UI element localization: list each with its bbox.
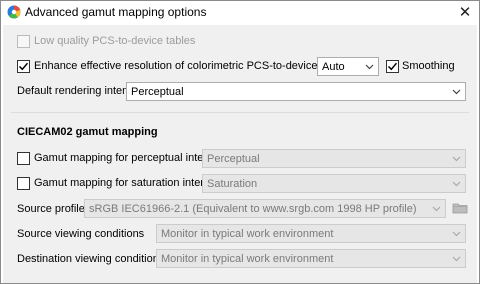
- enhance-resolution-label: Enhance effective resolution of colorime…: [34, 60, 345, 72]
- section-divider: [11, 112, 469, 113]
- saturation-mapping-select[interactable]: Saturation: [202, 174, 466, 193]
- checkmark-icon: [387, 62, 398, 71]
- window-title: Advanced gamut mapping options: [25, 5, 207, 19]
- source-viewing-value: Monitor in typical work environment: [161, 228, 334, 240]
- smoothing-label: Smoothing: [402, 60, 455, 72]
- perceptual-mapping-label: Gamut mapping for perceptual intent: [34, 152, 213, 164]
- default-intent-label: Default rendering intent: [17, 85, 132, 97]
- resolution-mode-value: Auto: [322, 61, 345, 73]
- color-wheel-icon: [7, 5, 21, 19]
- chevron-down-icon: [452, 89, 461, 95]
- chevron-down-icon: [452, 256, 461, 262]
- folder-icon[interactable]: [452, 201, 468, 215]
- source-profile-label: Source profile: [17, 203, 85, 215]
- chevron-down-icon: [452, 156, 461, 162]
- perceptual-mapping-value: Perceptual: [207, 153, 260, 165]
- perceptual-mapping-checkbox[interactable]: [17, 152, 30, 165]
- title-bar[interactable]: Advanced gamut mapping options ✕: [1, 1, 479, 25]
- chevron-down-icon: [432, 206, 441, 212]
- saturation-mapping-label: Gamut mapping for saturation intent: [34, 177, 210, 189]
- checkmark-icon: [18, 62, 29, 71]
- low-quality-checkbox[interactable]: [17, 35, 30, 48]
- chevron-down-icon: [452, 231, 461, 237]
- saturation-mapping-value: Saturation: [207, 178, 258, 190]
- source-viewing-label: Source viewing conditions: [17, 228, 145, 240]
- ciecam-heading: CIECAM02 gamut mapping: [17, 126, 158, 138]
- low-quality-label: Low quality PCS-to-device tables: [34, 35, 196, 47]
- close-icon: ✕: [458, 4, 472, 21]
- destination-viewing-select[interactable]: Monitor in typical work environment: [156, 249, 466, 268]
- resolution-mode-select[interactable]: Auto: [317, 57, 379, 76]
- dialog-window: Advanced gamut mapping options ✕ Low qua…: [0, 0, 480, 284]
- enhance-resolution-checkbox[interactable]: [17, 60, 30, 73]
- source-viewing-select[interactable]: Monitor in typical work environment: [156, 224, 466, 243]
- saturation-mapping-checkbox[interactable]: [17, 177, 30, 190]
- default-intent-select[interactable]: Perceptual: [126, 82, 466, 101]
- destination-viewing-label: Destination viewing conditions: [17, 253, 165, 265]
- destination-viewing-value: Monitor in typical work environment: [161, 253, 334, 265]
- chevron-down-icon: [365, 64, 374, 70]
- dialog-body: Low quality PCS-to-device tables Enhance…: [3, 25, 477, 283]
- perceptual-mapping-select[interactable]: Perceptual: [202, 149, 466, 168]
- default-intent-value: Perceptual: [131, 86, 184, 98]
- close-button[interactable]: ✕: [451, 1, 479, 25]
- source-profile-value: sRGB IEC61966-2.1 (Equivalent to www.srg…: [89, 203, 417, 215]
- chevron-down-icon: [452, 181, 461, 187]
- smoothing-checkbox[interactable]: [386, 60, 399, 73]
- source-profile-select[interactable]: sRGB IEC61966-2.1 (Equivalent to www.srg…: [84, 199, 446, 218]
